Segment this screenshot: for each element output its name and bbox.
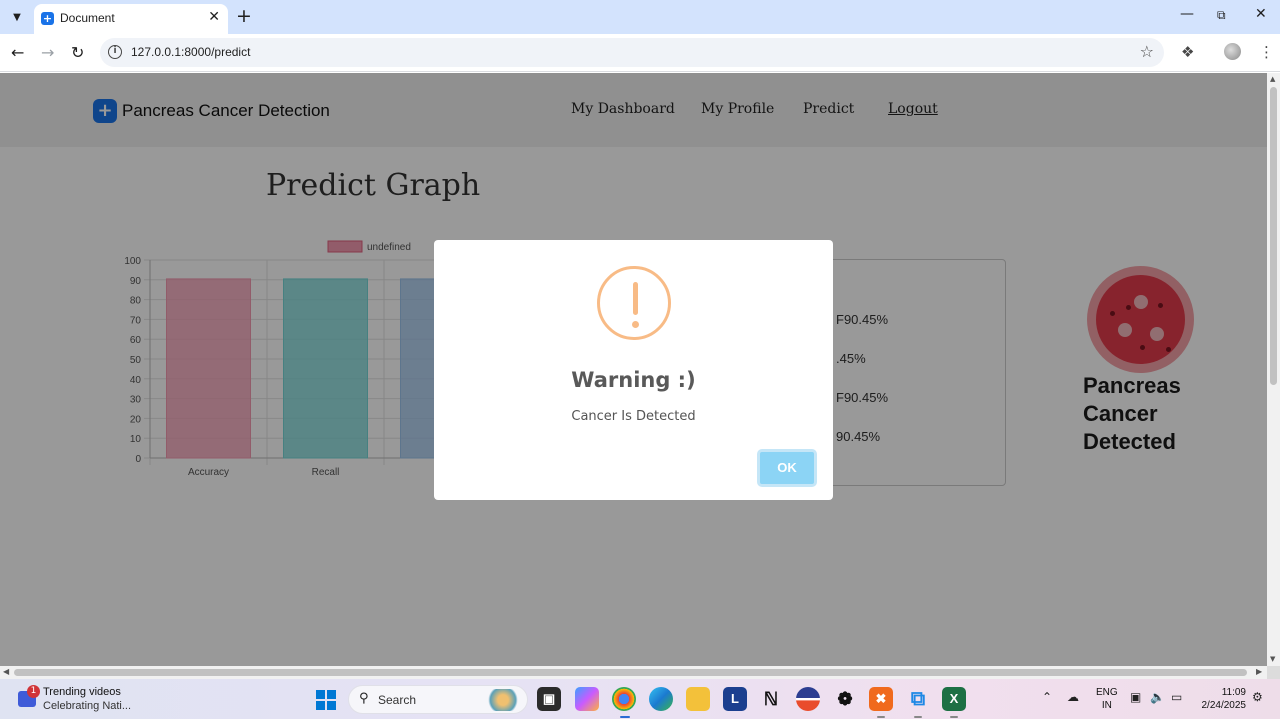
browser-toolbar: ← → ↻ i 127.0.0.1:8000/predict ☆ ❖ ⋮ (0, 34, 1280, 72)
reload-icon[interactable]: ↻ (71, 43, 84, 62)
minimize-icon[interactable]: — (1180, 6, 1194, 22)
search-highlight-image (485, 689, 521, 711)
l-app-icon[interactable]: L (723, 687, 747, 711)
lang-line-2: IN (1101, 700, 1112, 711)
search-label: Search (378, 693, 417, 707)
taskbar: 1 Trending videos Celebrating Nati... ⚲ … (0, 679, 1280, 719)
scroll-down-icon[interactable]: ▼ (1270, 655, 1275, 663)
notification-bell-icon[interactable]: ⚙ (1252, 690, 1263, 704)
notion-icon[interactable]: ℕ (759, 687, 783, 711)
windows-start-icon[interactable] (316, 690, 336, 710)
lang-line-1: ENG (1096, 687, 1118, 698)
excel-icon[interactable]: X (942, 687, 966, 711)
xampp-icon[interactable]: ✖ (869, 687, 893, 711)
tray-chevron-up-icon[interactable]: ⌃ (1042, 690, 1052, 704)
system-clock[interactable]: 11:09 2/24/2025 (1196, 686, 1247, 712)
tab-favicon-icon: + (41, 12, 54, 25)
vertical-scroll-thumb[interactable] (1270, 87, 1277, 385)
battery-icon[interactable]: ▭ (1171, 690, 1182, 704)
network-icon[interactable]: ▣ (1130, 690, 1141, 704)
menu-kebab-icon[interactable]: ⋮ (1259, 43, 1274, 61)
url-text[interactable]: 127.0.0.1:8000/predict (131, 45, 250, 59)
extensions-icon[interactable]: ❖ (1181, 43, 1194, 61)
chatgpt-icon[interactable]: ❁ (833, 687, 857, 711)
profile-avatar[interactable] (1224, 43, 1241, 60)
vertical-scrollbar[interactable]: ▲ ▼ (1267, 73, 1280, 666)
volume-icon[interactable]: 🔈 (1150, 690, 1165, 704)
search-icon: ⚲ (359, 691, 369, 706)
horizontal-scroll-thumb[interactable] (14, 669, 1247, 676)
ok-button[interactable]: OK (757, 449, 817, 487)
horizontal-scrollbar[interactable]: ◀ ▶ (0, 666, 1267, 679)
dialog-message: Cancer Is Detected (571, 409, 696, 424)
warning-icon (597, 266, 671, 340)
tab-title: Document (60, 11, 115, 25)
address-bar[interactable]: i 127.0.0.1:8000/predict ☆ (100, 38, 1164, 67)
bookmark-star-icon[interactable]: ☆ (1140, 42, 1154, 61)
back-icon[interactable]: ← (11, 43, 24, 62)
restore-icon[interactable]: ⧉ (1217, 8, 1226, 23)
language-indicator[interactable]: ENG IN (1096, 686, 1118, 712)
new-tab-icon[interactable]: + (236, 6, 252, 26)
widget-subtitle[interactable]: Celebrating Nati... (43, 700, 131, 712)
window-close-icon[interactable]: ✕ (1255, 6, 1267, 22)
clock-time: 11:09 (1221, 687, 1246, 698)
widget-title[interactable]: Trending videos (43, 686, 121, 698)
tab-search-chevron-icon[interactable]: ▼ (6, 6, 28, 28)
warning-dialog: Warning :) Cancer Is Detected OK (434, 240, 833, 500)
forward-icon[interactable]: → (41, 43, 54, 62)
vscode-icon[interactable]: ⧉ (906, 687, 930, 711)
clock-date: 2/24/2025 (1201, 700, 1247, 711)
file-explorer-icon[interactable] (686, 687, 710, 711)
browser-tab-active[interactable]: + Document ✕ (34, 4, 228, 34)
eclipse-icon[interactable] (796, 687, 820, 711)
scroll-left-icon[interactable]: ◀ (3, 667, 9, 676)
taskbar-search[interactable]: ⚲ Search (348, 685, 528, 714)
scroll-up-icon[interactable]: ▲ (1270, 75, 1275, 83)
scrollbar-corner (1267, 666, 1280, 679)
widget-badge: 1 (27, 685, 40, 698)
onedrive-icon[interactable]: ☁ (1067, 690, 1079, 704)
browser-tabbar: ▼ + Document ✕ + — ⧉ ✕ (0, 0, 1280, 34)
copilot-icon[interactable] (575, 687, 599, 711)
scroll-right-icon[interactable]: ▶ (1256, 667, 1262, 676)
task-view-icon[interactable]: ▣ (537, 687, 561, 711)
tab-close-icon[interactable]: ✕ (208, 9, 220, 25)
site-info-icon[interactable]: i (108, 45, 122, 59)
chrome-icon[interactable] (612, 687, 636, 711)
dialog-title: Warning :) (571, 368, 696, 392)
edge-icon[interactable] (649, 687, 673, 711)
